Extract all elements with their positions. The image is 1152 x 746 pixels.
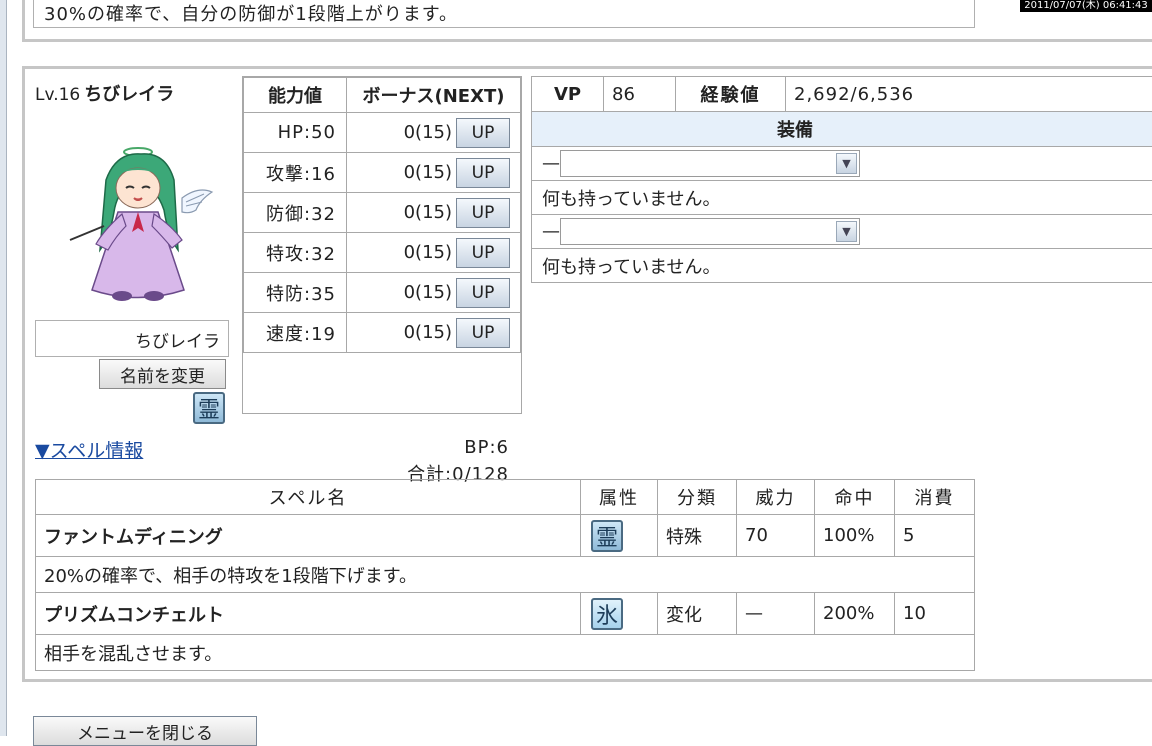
table-row: プリズムコンチェルト 氷 変化 — 200% 10 xyxy=(35,592,975,635)
chevron-down-icon[interactable]: ▼ xyxy=(836,153,857,174)
bp-points: BP:6 xyxy=(464,437,509,458)
character-level: Lv.16 xyxy=(35,85,81,105)
stat-bonus: 0(15) xyxy=(403,161,452,183)
stat-value: 速度:19 xyxy=(243,312,347,353)
equip-desc: 何も持っていません。 xyxy=(542,256,721,278)
stat-row: 特攻:32 0(15) UP xyxy=(243,232,521,273)
equip-slot-1-desc: 何も持っていません。 xyxy=(531,181,1152,215)
page-left-border xyxy=(0,0,7,736)
stat-value: 特防:35 xyxy=(243,272,347,313)
vp-label: VP xyxy=(532,77,604,111)
stat-bonus: 0(15) xyxy=(403,321,452,343)
chevron-down-icon[interactable]: ▼ xyxy=(836,221,857,242)
spell-element-glyph: 氷 xyxy=(595,603,618,629)
stat-row: 攻撃:16 0(15) UP xyxy=(243,152,521,193)
character-element-glyph: 霊 xyxy=(197,398,220,423)
stat-row: HP:50 0(15) UP xyxy=(243,112,521,153)
stats-table: 能力値 ボーナス(NEXT) HP:50 0(15) UP 攻撃:16 0(15)… xyxy=(243,77,521,353)
spell-name: プリズムコンチェルト xyxy=(35,592,581,635)
spell-cost: 5 xyxy=(894,514,975,557)
up-button-attack[interactable]: UP xyxy=(456,157,510,188)
character-name-value: ちびレイラ xyxy=(135,332,220,352)
spell-header-power: 威力 xyxy=(736,479,815,515)
spell-header-name: スペル名 xyxy=(35,479,581,515)
spell-header-accuracy: 命中 xyxy=(814,479,895,515)
stats-header-bonus: ボーナス(NEXT) xyxy=(346,77,521,113)
stat-bonus: 0(15) xyxy=(403,121,452,143)
equipment-header: 装備 xyxy=(531,112,1152,147)
stats-panel: 能力値 ボーナス(NEXT) HP:50 0(15) UP 攻撃:16 0(15)… xyxy=(242,76,522,485)
spirit-element-icon: 霊 xyxy=(591,519,623,552)
spell-power: 70 xyxy=(736,514,815,557)
spell-accuracy: 200% xyxy=(814,592,895,635)
exp-label: 経験値 xyxy=(676,77,786,111)
spell-element-glyph: 霊 xyxy=(595,525,618,551)
spell-cost: 10 xyxy=(894,592,975,635)
equip-slot-2: — ▼ xyxy=(531,215,1152,249)
spell-table: スペル名 属性 分類 威力 命中 消費 ファントムディニング 霊 特殊 70 1… xyxy=(35,479,975,671)
vp-value: 86 xyxy=(604,77,676,111)
spell-description: 相手を混乱させます。 xyxy=(35,634,975,671)
character-name: ちびレイラ xyxy=(84,84,175,105)
stat-value: 防御:32 xyxy=(243,192,347,233)
spell-name: ファントムディニング xyxy=(35,514,581,557)
stat-value: 攻撃:16 xyxy=(243,152,347,193)
spell-accuracy: 100% xyxy=(814,514,895,557)
rename-button[interactable]: 名前を変更 xyxy=(99,359,226,389)
up-button-hp[interactable]: UP xyxy=(456,117,510,148)
up-button-speed[interactable]: UP xyxy=(456,317,510,348)
stat-bonus: 0(15) xyxy=(403,281,452,303)
table-row: ファントムディニング 霊 特殊 70 100% 5 xyxy=(35,514,975,557)
equip-slot-2-desc: 何も持っていません。 xyxy=(531,249,1152,283)
up-button-defense[interactable]: UP xyxy=(456,197,510,228)
spirit-element-icon: 霊 xyxy=(193,392,225,424)
character-name-field[interactable]: ちびレイラ xyxy=(35,320,229,357)
up-button-sp-defense[interactable]: UP xyxy=(456,277,510,308)
previous-panel-description: 30%の確率で、自分の防御が1段階上がります。 xyxy=(33,0,975,28)
exp-value: 2,692/6,536 xyxy=(794,83,915,105)
spell-header-category: 分類 xyxy=(657,479,737,515)
equip-slot-1: — ▼ xyxy=(531,147,1152,181)
spell-header-element: 属性 xyxy=(580,479,658,515)
stats-header-ability: 能力値 xyxy=(243,77,347,113)
spell-header-cost: 消費 xyxy=(894,479,975,515)
stat-row: 速度:19 0(15) UP xyxy=(243,312,521,353)
table-row: 20%の確率で、相手の特攻を1段階下げます。 xyxy=(35,556,975,593)
spell-info-link[interactable]: ▼スペル情報 xyxy=(35,436,143,463)
spell-power: — xyxy=(736,592,815,635)
up-button-sp-attack[interactable]: UP xyxy=(456,237,510,268)
equipment-panel: VP 86 経験値 2,692/6,536 装備 — ▼ 何も持っていません。 … xyxy=(531,76,1152,283)
stat-bonus: 0(15) xyxy=(403,241,452,263)
close-menu-button[interactable]: メニューを閉じる xyxy=(33,716,257,746)
stat-value: HP:50 xyxy=(243,112,347,153)
ice-element-icon: 氷 xyxy=(591,597,623,630)
spell-description: 20%の確率で、相手の特攻を1段階下げます。 xyxy=(35,556,975,593)
vp-exp-row: VP 86 経験値 2,692/6,536 xyxy=(531,76,1152,112)
equip-select-2[interactable]: ▼ xyxy=(560,218,860,245)
table-row: 相手を混乱させます。 xyxy=(35,634,975,671)
previous-spell-desc: 30%の確率で、自分の防御が1段階上がります。 xyxy=(44,4,458,25)
equip-slot-dash: — xyxy=(542,153,560,174)
equip-desc: 何も持っていません。 xyxy=(542,188,721,210)
stat-row: 防御:32 0(15) UP xyxy=(243,192,521,233)
stat-value: 特攻:32 xyxy=(243,232,347,273)
equip-select-1[interactable]: ▼ xyxy=(560,150,860,177)
spell-category: 特殊 xyxy=(657,514,737,557)
character-sprite xyxy=(69,147,214,301)
stat-row: 特防:35 0(15) UP xyxy=(243,272,521,313)
stat-bonus: 0(15) xyxy=(403,201,452,223)
spell-category: 変化 xyxy=(657,592,737,635)
character-heading: Lv.16 ちびレイラ xyxy=(35,80,174,106)
equip-slot-dash: — xyxy=(542,221,560,242)
